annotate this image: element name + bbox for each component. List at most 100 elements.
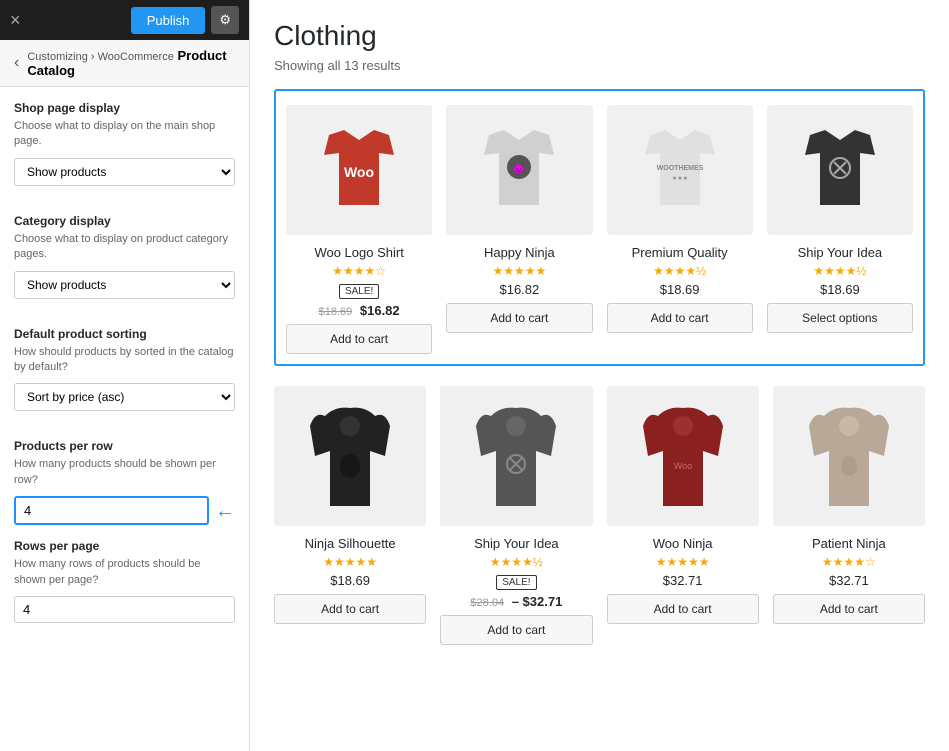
svg-text:Woo: Woo — [673, 461, 691, 471]
sale-badge: SALE! — [496, 575, 536, 590]
add-to-cart-button[interactable]: Add to cart — [274, 594, 426, 624]
product-image — [305, 396, 395, 516]
add-to-cart-button[interactable]: Add to cart — [773, 594, 925, 624]
product-stars: ★★★★★ — [446, 264, 592, 278]
product-image-wrap: WOOTHEMES ★★★ — [607, 105, 753, 235]
sidebar-header: × Publish ⚙ — [0, 0, 249, 40]
list-item: Patient Ninja ★★★★☆ $32.71 Add to cart — [773, 386, 925, 645]
product-image-wrap — [767, 105, 913, 235]
rows-per-page-section: Rows per page How many rows of products … — [14, 539, 235, 623]
main-content: Clothing Showing all 13 results Woo Woo … — [250, 0, 949, 751]
list-item: Ship Your Idea ★★★★½ $18.69 Select optio… — [767, 105, 913, 354]
product-name: Woo Ninja — [607, 536, 759, 551]
price-regular: $32.71 — [607, 573, 759, 588]
product-name: Ship Your Idea — [440, 536, 592, 551]
sidebar-body: Shop page display Choose what to display… — [0, 87, 249, 751]
product-stars: ★★★★★ — [607, 555, 759, 569]
product-stars: ★★★★★ — [274, 555, 426, 569]
default-sorting-select[interactable]: Sort by price (asc) Sort by price (desc)… — [14, 383, 235, 411]
category-display-title: Category display — [14, 214, 235, 228]
products-per-row-title: Products per row — [14, 439, 235, 453]
products-per-row-desc: How many products should be shown per ro… — [14, 457, 235, 488]
rows-per-page-input[interactable] — [14, 596, 235, 623]
price-sale: $16.82 — [360, 303, 400, 318]
add-to-cart-button[interactable]: Add to cart — [440, 615, 592, 645]
add-to-cart-button[interactable]: Add to cart — [607, 303, 753, 333]
list-item: Ship Your Idea ★★★★½ SALE! $28.04 – $32.… — [440, 386, 592, 645]
product-name: Happy Ninja — [446, 245, 592, 260]
category-display-section: Category display Choose what to display … — [14, 214, 235, 313]
product-stars: ★★★★☆ — [286, 264, 432, 278]
list-item: Woo Woo Ninja ★★★★★ $32.71 Add to cart — [607, 386, 759, 645]
list-item: WOOTHEMES ★★★ Premium Quality ★★★★½ $18.… — [607, 105, 753, 354]
product-image: Woo — [638, 396, 728, 516]
settings-button[interactable]: ⚙ — [211, 6, 239, 34]
list-item: Ninja Silhouette ★★★★★ $18.69 Add to car… — [274, 386, 426, 645]
shop-page-display-title: Shop page display — [14, 101, 235, 115]
default-sorting-section: Default product sorting How should produ… — [14, 327, 235, 426]
close-button[interactable]: × — [10, 11, 21, 29]
price-original: $18.69 — [319, 306, 353, 318]
svg-text:★★★: ★★★ — [672, 175, 688, 182]
list-item: 😈 Happy Ninja ★★★★★ $16.82 Add to cart — [446, 105, 592, 354]
sidebar-nav: ‹ Customizing › WooCommerce Product Cata… — [0, 40, 249, 87]
default-sorting-desc: How should products by sorted in the cat… — [14, 345, 235, 376]
product-image-wrap: Woo — [607, 386, 759, 526]
add-to-cart-button[interactable]: Add to cart — [446, 303, 592, 333]
add-to-cart-button[interactable]: Add to cart — [607, 594, 759, 624]
rows-per-page-title: Rows per page — [14, 539, 235, 553]
product-row-1: Woo Woo Logo Shirt ★★★★☆ SALE! $18.69 $1… — [286, 105, 913, 354]
product-image: WOOTHEMES ★★★ — [635, 115, 725, 225]
header-actions: Publish ⚙ — [131, 6, 239, 34]
product-image-wrap — [773, 386, 925, 526]
sidebar: × Publish ⚙ ‹ Customizing › WooCommerce … — [0, 0, 250, 751]
arrow-icon: ← — [215, 500, 235, 523]
svg-text:😈: 😈 — [513, 163, 525, 175]
sale-badge: SALE! — [339, 284, 379, 299]
product-stars: ★★★★☆ — [773, 555, 925, 569]
featured-product-grid: Woo Woo Logo Shirt ★★★★☆ SALE! $18.69 $1… — [274, 89, 925, 366]
shop-page-display-desc: Choose what to display on the main shop … — [14, 119, 235, 150]
products-per-row-input[interactable] — [14, 496, 209, 525]
price-original: $28.04 — [470, 597, 504, 609]
price-regular: $18.69 — [274, 573, 426, 588]
page-title: Clothing — [274, 20, 925, 52]
product-image-wrap: 😈 — [446, 105, 592, 235]
price-sale: – $32.71 — [512, 594, 563, 609]
product-image: Woo — [314, 115, 404, 225]
product-stars: ★★★★½ — [440, 555, 592, 569]
product-stars: ★★★★½ — [767, 264, 913, 278]
product-name: Woo Logo Shirt — [286, 245, 432, 260]
back-arrow-icon[interactable]: ‹ — [14, 54, 19, 72]
default-sorting-title: Default product sorting — [14, 327, 235, 341]
price-regular: $32.71 — [773, 573, 925, 588]
select-options-button[interactable]: Select options — [767, 303, 913, 333]
breadcrumb-parent: Customizing › WooCommerce — [27, 51, 174, 63]
product-image-wrap — [274, 386, 426, 526]
price-regular: $18.69 — [607, 282, 753, 297]
product-image: 😈 — [474, 115, 564, 225]
price-regular: $16.82 — [446, 282, 592, 297]
product-name: Ninja Silhouette — [274, 536, 426, 551]
breadcrumb: Customizing › WooCommerce Product Catalo… — [27, 48, 235, 78]
products-per-row-section: Products per row How many products shoul… — [14, 439, 235, 525]
product-image-wrap: Woo — [286, 105, 432, 235]
results-text: Showing all 13 results — [274, 58, 925, 73]
list-item: Woo Woo Logo Shirt ★★★★☆ SALE! $18.69 $1… — [286, 105, 432, 354]
product-name: Ship Your Idea — [767, 245, 913, 260]
product-image — [471, 396, 561, 516]
product-name: Patient Ninja — [773, 536, 925, 551]
product-image — [804, 396, 894, 516]
product-row-2: Ninja Silhouette ★★★★★ $18.69 Add to car… — [274, 386, 925, 645]
shop-page-display-select[interactable]: Show products Show categories Show categ… — [14, 158, 235, 186]
svg-text:Woo: Woo — [344, 164, 374, 180]
rows-per-page-desc: How many rows of products should be show… — [14, 557, 235, 588]
svg-text:WOOTHEMES: WOOTHEMES — [656, 165, 703, 172]
products-per-row-arrow-wrap: ← — [14, 496, 235, 525]
product-image-wrap — [440, 386, 592, 526]
shop-page-display-section: Shop page display Choose what to display… — [14, 101, 235, 200]
add-to-cart-button[interactable]: Add to cart — [286, 324, 432, 354]
publish-button[interactable]: Publish — [131, 7, 206, 34]
category-display-desc: Choose what to display on product catego… — [14, 232, 235, 263]
category-display-select[interactable]: Show products Show categories Show categ… — [14, 271, 235, 299]
